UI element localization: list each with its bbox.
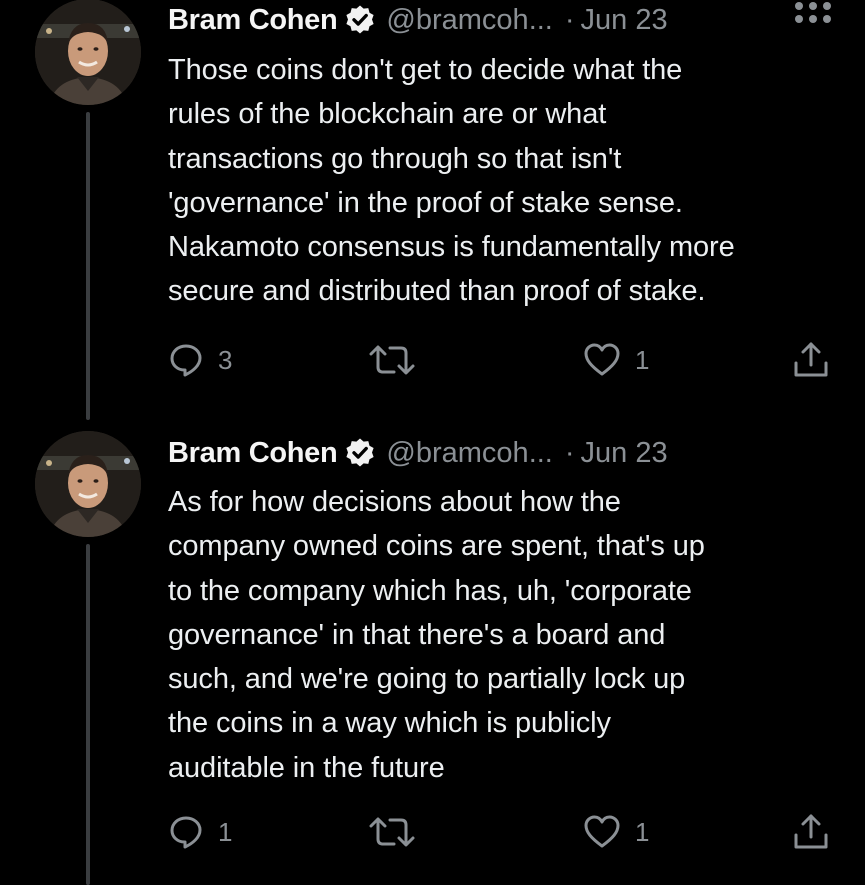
separator-dot: · [564, 436, 575, 469]
separator-dot: · [564, 3, 575, 36]
retweet-button[interactable] [367, 812, 431, 852]
retweet-icon [369, 817, 415, 847]
tweet-text: As for how decisions about how the compa… [168, 486, 705, 784]
tweet-date[interactable]: Jun 23 [581, 437, 668, 470]
avatar-image [35, 431, 141, 537]
tweet-header: Bram Cohen @bramcoh... · Jun 23 [168, 433, 668, 473]
author-handle[interactable]: @bramcoh... [386, 437, 552, 470]
reply-button[interactable]: 1 [168, 812, 232, 852]
more-options-icon[interactable] [795, 13, 831, 25]
tweet[interactable]: Bram Cohen @bramcoh... · Jun 23 Those co… [0, 0, 865, 430]
author-name[interactable]: Bram Cohen [168, 4, 338, 37]
verified-badge-icon [344, 4, 376, 36]
share-icon [794, 814, 828, 849]
avatar[interactable] [35, 0, 141, 105]
reply-count: 3 [218, 344, 233, 375]
heart-icon [584, 815, 620, 848]
retweet-button[interactable] [367, 340, 431, 380]
like-button[interactable]: 1 [583, 812, 649, 852]
avatar[interactable] [35, 431, 141, 537]
tweet-header: Bram Cohen @bramcoh... · Jun 23 [168, 0, 668, 40]
author-handle[interactable]: @bramcoh... [386, 4, 552, 37]
share-icon [794, 342, 828, 377]
retweet-icon [369, 345, 415, 375]
share-button[interactable] [792, 812, 830, 852]
tweet-date[interactable]: Jun 23 [581, 4, 668, 37]
avatar-image [35, 0, 141, 105]
heart-icon [584, 343, 620, 376]
tweet-actions: 3 1 [0, 340, 865, 380]
reply-count: 1 [218, 816, 233, 847]
reply-icon [170, 816, 202, 849]
tweet[interactable]: Bram Cohen @bramcoh... · Jun 23 As for h… [0, 430, 865, 885]
verified-badge-icon [344, 437, 376, 469]
author-name[interactable]: Bram Cohen [168, 437, 338, 470]
like-button[interactable]: 1 [583, 340, 649, 380]
reply-icon [170, 344, 202, 377]
tweet-actions: 1 1 [0, 812, 865, 852]
like-count: 1 [635, 344, 650, 375]
share-button[interactable] [792, 340, 830, 380]
tweet-text: Those coins don't get to decide what the… [168, 54, 735, 308]
like-count: 1 [635, 816, 650, 847]
more-options-icon[interactable] [795, 0, 831, 12]
reply-button[interactable]: 3 [168, 340, 232, 380]
